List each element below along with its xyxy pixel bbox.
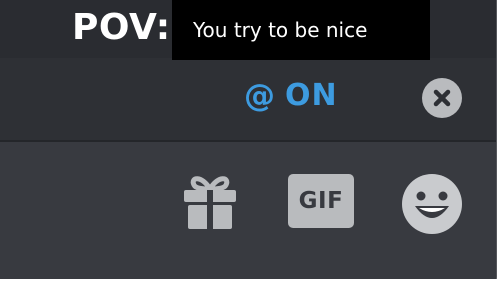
meme-caption-text: You try to be nice: [193, 18, 368, 42]
mention-state-label: ON: [285, 78, 338, 113]
close-reply-button[interactable]: [422, 78, 462, 118]
close-icon: [433, 89, 451, 107]
at-sign-icon: @: [244, 78, 275, 114]
smiley-emoji-icon: [402, 174, 462, 234]
gif-label: GIF: [298, 188, 344, 214]
meme-caption-box: You try to be nice: [172, 0, 430, 60]
chat-composer-panel: @ ON GIF POV: You try to be nice: [0, 0, 497, 279]
gift-button[interactable]: [180, 171, 240, 233]
emoji-button[interactable]: [400, 172, 464, 236]
stage: @ ON GIF POV: You try to be nice: [0, 0, 498, 281]
gif-button[interactable]: GIF: [288, 174, 354, 228]
gift-icon: [184, 176, 236, 230]
reply-bar: @ ON: [0, 58, 496, 140]
mention-toggle[interactable]: @ ON: [244, 76, 338, 116]
pov-caption: POV:: [72, 7, 171, 48]
